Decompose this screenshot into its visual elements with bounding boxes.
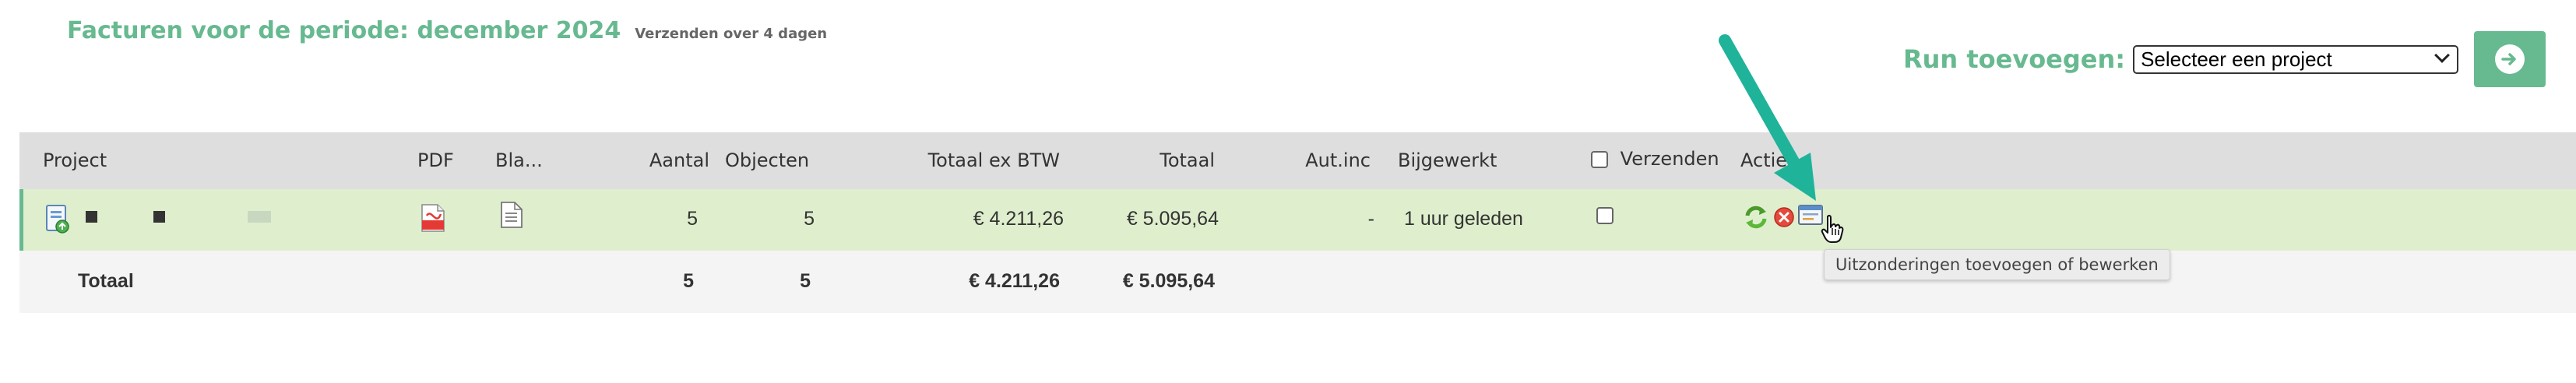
- invoice-table: Project PDF Bla... Aantal Objecten Totaa…: [19, 132, 2576, 313]
- project-select-value: Selecteer een project: [2141, 47, 2332, 71]
- project-name-redacted: [248, 211, 271, 223]
- col-verzenden-label: Verzenden: [1620, 148, 1719, 170]
- col-totaal-ex-btw[interactable]: Totaal ex BTW: [860, 149, 1060, 171]
- delete-icon[interactable]: [1773, 206, 1795, 232]
- totals-label: Totaal: [78, 270, 134, 292]
- row-totaal: € 5.095,64: [1126, 208, 1219, 230]
- row-bijgewerkt: 1 uur geleden: [1404, 208, 1523, 230]
- add-run-button[interactable]: [2474, 31, 2546, 87]
- col-acties: Acties: [1740, 149, 1797, 171]
- run-label: Run toevoegen:: [1903, 44, 2126, 74]
- totals-totaal: € 5.095,64: [1122, 270, 1215, 292]
- col-verzenden: Verzenden: [1591, 148, 1719, 170]
- run-add-bar: Run toevoegen: Selecteer een project: [1903, 31, 2546, 87]
- hand-cursor-icon: [1821, 214, 1844, 248]
- row-aut-inc: -: [1367, 208, 1374, 230]
- col-pdf[interactable]: PDF: [417, 149, 454, 171]
- project-name-redacted: [153, 211, 165, 223]
- col-bla[interactable]: Bla...: [495, 149, 543, 171]
- pdf-icon[interactable]: [421, 203, 445, 237]
- col-project[interactable]: Project: [43, 149, 107, 171]
- col-aantal[interactable]: Aantal: [611, 149, 709, 171]
- page-heading: Facturen voor de periode: december 2024 …: [67, 17, 827, 44]
- col-objecten[interactable]: Objecten: [725, 149, 809, 171]
- document-icon[interactable]: [500, 202, 523, 232]
- col-totaal[interactable]: Totaal: [1086, 149, 1215, 171]
- select-all-checkbox[interactable]: [1591, 151, 1608, 168]
- row-totaal-ex-btw: € 4.211,26: [973, 208, 1064, 230]
- send-countdown: Verzenden over 4 dagen: [635, 26, 828, 42]
- project-doc-icon[interactable]: [45, 205, 72, 238]
- arrow-right-icon: [2495, 44, 2525, 74]
- refresh-icon[interactable]: [1743, 204, 1769, 234]
- chevron-down-icon: [2434, 47, 2450, 63]
- tooltip: Uitzonderingen toevoegen of bewerken: [1824, 249, 2170, 280]
- project-select[interactable]: Selecteer een project: [2133, 44, 2459, 74]
- send-checkbox[interactable]: [1596, 207, 1614, 224]
- table-header: Project PDF Bla... Aantal Objecten Totaa…: [19, 132, 2576, 189]
- col-bijgewerkt[interactable]: Bijgewerkt: [1398, 149, 1497, 171]
- totals-row: Totaal 5 5 € 4.211,26 € 5.095,64: [19, 251, 2576, 313]
- totals-aantal: 5: [683, 270, 694, 292]
- totals-objecten: 5: [800, 270, 811, 292]
- table-row: 5 5 € 4.211,26 € 5.095,64 - 1 uur gelede…: [19, 189, 2576, 251]
- project-name-redacted: [86, 211, 97, 223]
- row-objecten: 5: [804, 208, 815, 230]
- row-aantal: 5: [687, 208, 698, 230]
- totals-totaal-ex-btw: € 4.211,26: [969, 270, 1060, 292]
- col-aut-inc[interactable]: Aut.inc: [1265, 149, 1371, 171]
- page-title: Facturen voor de periode: december 2024: [67, 17, 621, 44]
